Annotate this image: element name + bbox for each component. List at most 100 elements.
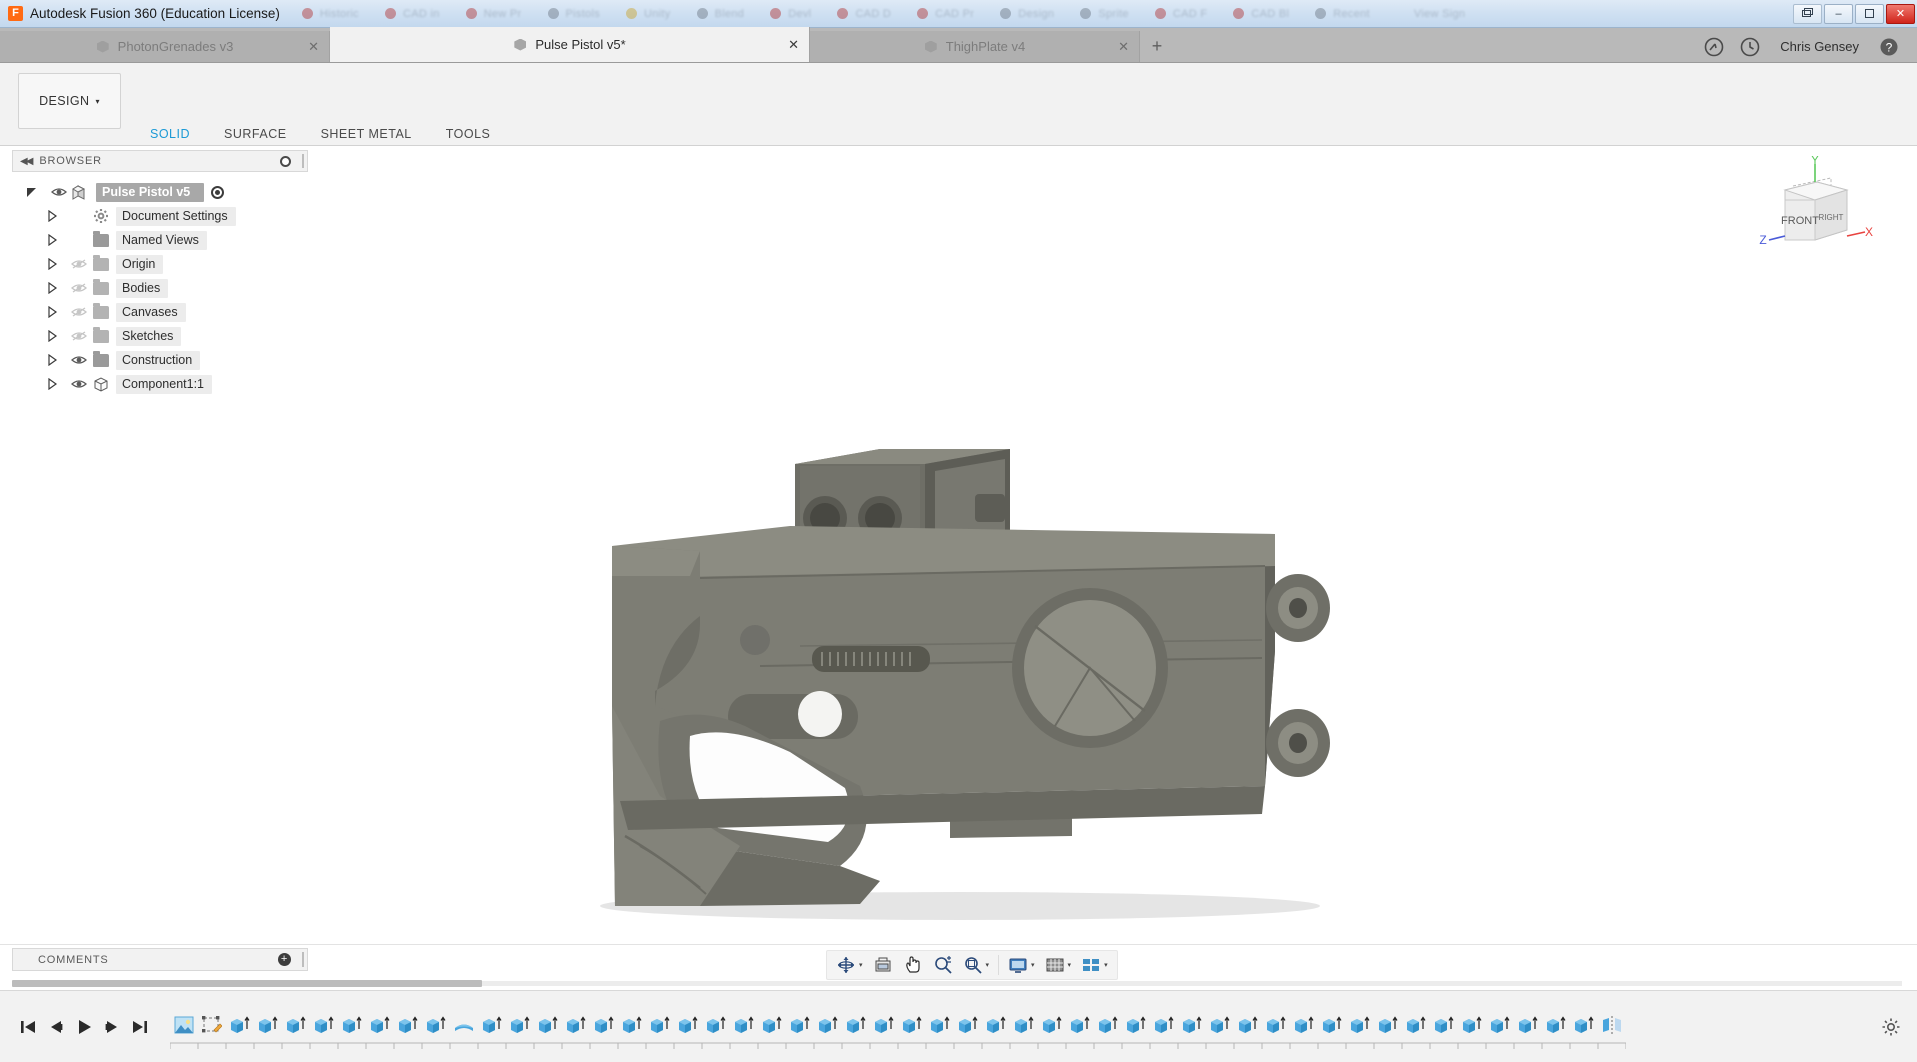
timeline-feature-extrude[interactable] [1178,1010,1206,1040]
view-cube[interactable]: FRONT RIGHT Y X Z [1755,156,1875,266]
background-window-entry[interactable]: New Pr [466,8,522,20]
restore-window-button[interactable] [1793,4,1822,24]
close-button[interactable]: ✕ [1886,4,1915,24]
chevron-right-icon[interactable] [46,210,68,222]
background-window-entry[interactable]: Sprite [1080,8,1129,20]
timeline-feature-extrude[interactable] [478,1010,506,1040]
timeline-feature-extrude[interactable] [1402,1010,1430,1040]
skip-end-icon[interactable] [126,1013,154,1041]
timeline-feature-extrude[interactable] [310,1010,338,1040]
timeline-feature-extrude[interactable] [1458,1010,1486,1040]
timeline-feature-extrude[interactable] [1514,1010,1542,1040]
visibility-toggle-icon[interactable] [48,186,70,198]
timeline-feature-canvas[interactable] [170,1010,198,1040]
document-tab-photongrenades[interactable]: PhotonGrenades v3 ✕ [0,31,330,62]
background-window-entry[interactable]: CAD in [385,8,440,20]
timeline-feature-extrude[interactable] [786,1010,814,1040]
document-tab-thighplate[interactable]: ThighPlate v4 ✕ [810,31,1140,62]
visibility-toggle-icon[interactable] [68,330,90,342]
timeline-settings-icon[interactable] [1881,1017,1901,1037]
timeline-feature-extrude[interactable] [366,1010,394,1040]
browser-options-icon[interactable] [280,156,291,167]
chevron-down-icon[interactable] [26,186,48,198]
add-comment-icon[interactable]: + [278,953,291,966]
chevron-right-icon[interactable] [46,258,68,270]
timeline-feature-extrude[interactable] [814,1010,842,1040]
timeline-feature-extrude[interactable] [674,1010,702,1040]
timeline-feature-extrude[interactable] [730,1010,758,1040]
display-settings-icon[interactable]: ▾ [1003,952,1040,978]
timeline-feature-extrude[interactable] [1290,1010,1318,1040]
chevron-right-icon[interactable] [46,378,68,390]
tree-item-bodies[interactable]: Bodies [12,276,308,300]
timeline-feature-extrude[interactable] [1010,1010,1038,1040]
fit-icon[interactable]: ▾ [958,952,995,978]
help-icon[interactable]: ? [1876,34,1902,60]
timeline-feature-extrude[interactable] [618,1010,646,1040]
user-name[interactable]: Chris Gensey [1780,39,1859,54]
timeline-feature-extrude[interactable] [394,1010,422,1040]
timeline-feature-sketch[interactable] [198,1010,226,1040]
tree-item-named-views[interactable]: Named Views [12,228,308,252]
comments-panel[interactable]: COMMENTS + [12,948,308,971]
collapse-left-icon[interactable]: ◀◀ [20,156,31,167]
pan-icon[interactable] [898,952,928,978]
background-window-entry[interactable]: CAD F [1155,8,1208,20]
activate-component-radio[interactable] [211,186,224,199]
background-window-entry[interactable]: Unity [626,8,671,20]
step-forward-icon[interactable] [98,1013,126,1041]
minimize-button[interactable]: – [1824,4,1853,24]
timeline-feature-extrude[interactable] [254,1010,282,1040]
extension-icon[interactable] [1701,34,1727,60]
timeline-feature-extrude[interactable] [646,1010,674,1040]
timeline-feature-extrude[interactable] [562,1010,590,1040]
visibility-toggle-icon[interactable] [68,354,90,366]
zoom-icon[interactable] [928,952,958,978]
tree-item-origin[interactable]: Origin [12,252,308,276]
chevron-right-icon[interactable] [46,306,68,318]
background-window-entry[interactable]: Historic [302,8,359,20]
timeline-feature-extrude[interactable] [1122,1010,1150,1040]
timeline-feature-extrude[interactable] [1542,1010,1570,1040]
visibility-toggle-icon[interactable] [68,282,90,294]
step-back-icon[interactable] [42,1013,70,1041]
timeline-feature-extrude[interactable] [590,1010,618,1040]
timeline-feature-mirror[interactable] [1598,1010,1626,1040]
grid-snap-icon[interactable]: ▾ [1040,952,1077,978]
tree-item-component1-1[interactable]: Component1:1 [12,372,308,396]
skip-start-icon[interactable] [14,1013,42,1041]
timeline-feature-revolve[interactable] [450,1010,478,1040]
timeline-feature-extrude[interactable] [702,1010,730,1040]
tree-item-document-settings[interactable]: Document Settings [12,204,308,228]
timeline-feature-extrude[interactable] [1570,1010,1598,1040]
timeline-feature-extrude[interactable] [1206,1010,1234,1040]
timeline-feature-extrude[interactable] [422,1010,450,1040]
close-icon[interactable]: ✕ [308,39,319,55]
background-window-entry[interactable]: View Sign [1396,8,1465,20]
timeline-feature-extrude[interactable] [898,1010,926,1040]
timeline-feature-extrude[interactable] [1374,1010,1402,1040]
job-status-icon[interactable] [1737,34,1763,60]
timeline-feature-extrude[interactable] [338,1010,366,1040]
visibility-toggle-icon[interactable] [68,306,90,318]
timeline-feature-extrude[interactable] [1150,1010,1178,1040]
timeline-feature-extrude[interactable] [1038,1010,1066,1040]
close-icon[interactable]: ✕ [788,37,799,53]
timeline-feature-extrude[interactable] [926,1010,954,1040]
chevron-right-icon[interactable] [46,330,68,342]
timeline-feature-extrude[interactable] [506,1010,534,1040]
maximize-button[interactable] [1855,4,1884,24]
timeline-feature-extrude[interactable] [842,1010,870,1040]
background-window-entry[interactable]: CAD Bl [1233,8,1289,20]
timeline-feature-extrude[interactable] [1094,1010,1122,1040]
background-window-entry[interactable]: Pistols [548,8,601,20]
timeline-feature-extrude[interactable] [954,1010,982,1040]
visibility-toggle-icon[interactable] [68,378,90,390]
chevron-right-icon[interactable] [46,354,68,366]
timeline-feature-extrude[interactable] [758,1010,786,1040]
close-icon[interactable]: ✕ [1118,39,1129,55]
tree-item-sketches[interactable]: Sketches [12,324,308,348]
new-document-tab-button[interactable]: + [1140,31,1174,62]
background-window-entry[interactable]: Blend [697,8,745,20]
viewports-icon[interactable]: ▾ [1076,952,1113,978]
